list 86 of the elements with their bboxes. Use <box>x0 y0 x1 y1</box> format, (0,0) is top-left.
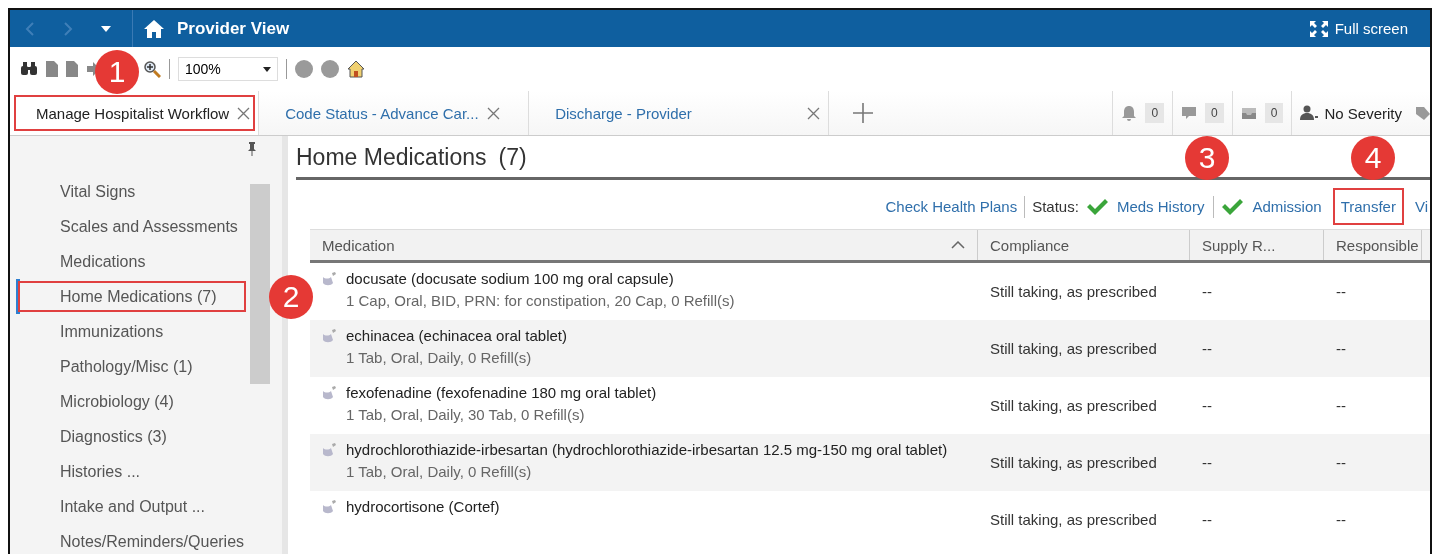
zoom-dropdown[interactable]: 100% <box>178 57 278 81</box>
table-cell: -- <box>1336 340 1346 357</box>
sidebar-item[interactable]: Notes/Reminders/Queries <box>16 524 250 554</box>
table-cell: Still taking, as prescribed <box>990 454 1157 471</box>
table-cell: -- <box>1336 283 1346 300</box>
pin-icon[interactable] <box>248 142 256 156</box>
table-cell: -- <box>1202 511 1212 528</box>
medication-name: fexofenadine (fexofenadine 180 mg oral tablet) <box>346 383 657 403</box>
sidebar-item[interactable]: Pathology/Misc (1) <box>16 349 250 384</box>
medication-details: 1 Tab, Oral, Daily, 0 Refill(s) <box>346 463 533 480</box>
table-cell: -- <box>1202 397 1212 414</box>
medication-name: hydrochlorothiazide-irbesartan (hydrochlorothiazide-irbesartan 12.5 mg-150 mg oral tablet) <box>346 440 948 460</box>
step-number-badge: 4 <box>1351 136 1395 180</box>
pill-icon <box>320 385 338 401</box>
sidebar-item[interactable]: Intake and Output ... <box>16 489 250 524</box>
scrollbar[interactable] <box>250 184 270 384</box>
document-icon[interactable] <box>46 61 58 77</box>
tab[interactable]: Code Status - Advance Car... <box>259 91 530 135</box>
document-icon[interactable] <box>66 61 78 77</box>
dropdown-icon[interactable] <box>100 24 112 33</box>
table-cell: -- <box>1202 454 1212 471</box>
medication-name: docusate (docusate sodium 100 mg oral capsule) <box>346 269 675 289</box>
table-cell: Still taking, as prescribed <box>990 397 1157 414</box>
tab[interactable]: Discharge - Provider <box>529 91 830 135</box>
severity-button[interactable]: No Severity <box>1291 91 1410 135</box>
column-header[interactable]: Responsible <box>1324 230 1422 260</box>
section-title: Home Medications <box>296 144 487 171</box>
column-header[interactable]: Medication <box>310 230 978 260</box>
binoculars-icon[interactable] <box>20 62 38 76</box>
close-icon[interactable] <box>486 106 500 120</box>
table-cell: -- <box>1202 340 1212 357</box>
status-link[interactable]: Meds History <box>1114 190 1207 223</box>
sidebar-item[interactable]: Microbiology (4) <box>16 384 250 419</box>
medication-details: 1 Cap, Oral, BID, PRN: for constipation, 20 Cap, 0 Refill(s) <box>346 292 735 309</box>
check-health-plans-link[interactable]: Check Health Plans <box>885 198 1018 215</box>
status-link[interactable]: Transfer <box>1332 188 1404 225</box>
count-badge: 0 <box>1205 103 1224 123</box>
column-header[interactable]: Compliance <box>978 230 1190 260</box>
bell-icon[interactable] <box>1121 105 1138 121</box>
inbox-icon[interactable] <box>1240 105 1257 121</box>
pill-icon <box>320 271 338 287</box>
pill-icon <box>320 328 338 344</box>
message-icon[interactable] <box>1181 105 1198 121</box>
table-cell: Still taking, as prescribed <box>990 340 1157 357</box>
person-icon <box>1300 105 1319 121</box>
pill-icon <box>320 499 338 515</box>
table-cell: Still taking, as prescribed <box>990 283 1157 300</box>
home-icon[interactable] <box>143 18 165 39</box>
pill-icon <box>320 442 338 458</box>
zoom-in-icon[interactable] <box>143 60 161 78</box>
table-cell: -- <box>1202 283 1212 300</box>
step-number-badge: 3 <box>1185 136 1229 180</box>
table-cell: -- <box>1336 454 1346 471</box>
table-cell: Still taking, as prescribed <box>990 511 1157 528</box>
status-link[interactable]: Vi <box>1412 190 1430 223</box>
circle-icon[interactable] <box>295 60 313 78</box>
medication-details: 1 Tab, Oral, Daily, 0 Refill(s) <box>346 349 533 366</box>
table-cell: -- <box>1336 397 1346 414</box>
sidebar-item[interactable]: Medications <box>16 244 250 279</box>
medication-details: 1 Tab, Oral, Daily, 30 Tab, 0 Refill(s) <box>346 406 586 423</box>
full-screen-button[interactable]: Full screen <box>1306 17 1410 40</box>
medication-name: echinacea (echinacea oral tablet) <box>346 326 567 346</box>
caret-icon <box>263 66 271 72</box>
sidebar-item[interactable]: Vital Signs <box>16 174 250 209</box>
sidebar-item[interactable]: Immunizations <box>16 314 250 349</box>
count-badge: 0 <box>1145 103 1165 123</box>
tab[interactable]: Manage Hospitalist Workflow <box>10 91 260 135</box>
sidebar-item[interactable]: Home Medications (7) <box>16 279 248 314</box>
sidebar-item[interactable]: Diagnostics (3) <box>16 419 250 454</box>
section-count: (7) <box>498 144 527 171</box>
sidebar-item[interactable]: Scales and Assessments <box>16 209 250 244</box>
table-cell: -- <box>1336 511 1346 528</box>
column-header[interactable]: Supply R... <box>1190 230 1324 260</box>
close-icon[interactable] <box>237 106 251 120</box>
sidebar-item[interactable]: Histories ... <box>16 454 250 489</box>
circle-icon[interactable] <box>321 60 339 78</box>
status-link[interactable]: Admission <box>1250 190 1324 223</box>
window-title: Provider View <box>177 18 290 39</box>
expand-icon <box>1308 19 1329 38</box>
close-icon[interactable] <box>807 106 821 120</box>
house-icon[interactable] <box>347 60 365 78</box>
tag-icon[interactable] <box>1416 105 1430 121</box>
medication-name: hydrocortisone (Cortef) <box>346 497 500 517</box>
status-label: Status: <box>1032 198 1079 215</box>
step-number-badge: 1 <box>95 50 139 94</box>
count-badge: 0 <box>1264 103 1284 123</box>
